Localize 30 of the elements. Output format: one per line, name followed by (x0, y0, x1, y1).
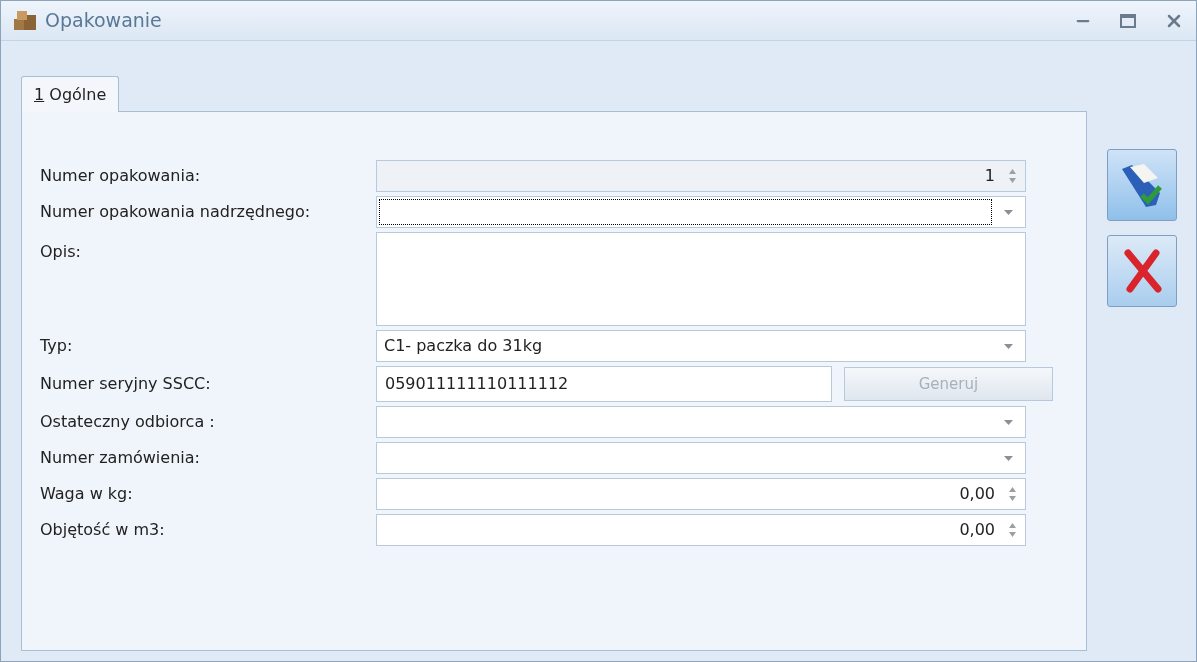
maximize-icon[interactable] (1120, 13, 1136, 28)
boxes-icon (13, 9, 37, 32)
field-label: Numer seryjny SSCC: (40, 373, 212, 395)
dropdown-caret-icon[interactable] (1004, 209, 1013, 215)
spin-arrows-icon[interactable] (1008, 486, 1017, 502)
tab[interactable]: 1 Ogólne (21, 76, 120, 112)
dropdown-caret-icon[interactable] (1004, 419, 1013, 425)
spin-arrows-icon[interactable] (1008, 522, 1017, 538)
field-label: Opis: (40, 241, 82, 263)
number-field[interactable]: 0,00 (376, 478, 1026, 510)
field-label: Numer opakowania: (40, 165, 202, 187)
window-title: Opakowanie (45, 8, 163, 34)
field-label: Typ: (40, 335, 74, 357)
field-label: Numer opakowania nadrzędnego: (40, 201, 312, 223)
dropdown-field[interactable] (376, 196, 1026, 228)
field-label: Objętość w m3: (40, 519, 166, 541)
description-field[interactable] (376, 232, 1026, 326)
dropdown-caret-icon[interactable] (1004, 343, 1013, 349)
dropdown-field[interactable] (376, 442, 1026, 474)
close-icon (1122, 249, 1162, 293)
field-label: Numer zamówienia: (40, 447, 201, 469)
save-button[interactable] (1107, 149, 1177, 221)
dropdown-caret-icon[interactable] (1004, 455, 1013, 461)
sscc-field[interactable]: 059011111110111112 (376, 366, 832, 402)
cancel-button[interactable] (1107, 235, 1177, 307)
dropdown-field[interactable] (376, 406, 1026, 438)
dropdown-field[interactable]: C1- paczka do 31kg (376, 330, 1026, 362)
field-label: Waga w kg: (40, 483, 134, 505)
field-label: Ostateczny odbiorca : (40, 411, 216, 433)
number-field[interactable]: 0,00 (376, 514, 1026, 546)
